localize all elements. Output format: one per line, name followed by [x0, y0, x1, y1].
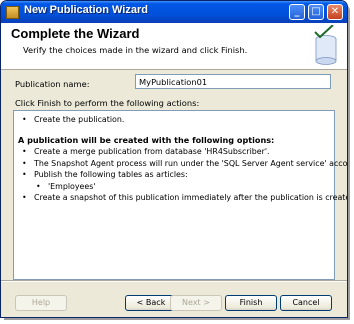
title-bar[interactable]: New Publication Wizard _ □ ✕ — [1, 1, 347, 23]
list-item: • The Snapshot Agent process will run un… — [22, 158, 348, 168]
finish-button[interactable]: Finish — [225, 295, 277, 311]
list-item: • Create a merge publication from databa… — [22, 147, 270, 156]
wizard-body: Publication name: Click Finish to perfor… — [1, 70, 348, 280]
bullet-icon: • — [22, 193, 27, 202]
next-button[interactable]: Next > — [170, 295, 222, 311]
list-item: • Create a snapshot of this publication … — [22, 193, 348, 202]
wizard-header: Complete the Wizard Verify the choices m… — [1, 23, 347, 70]
page-subtitle: Verify the choices made in the wizard an… — [23, 45, 248, 55]
actions-summary[interactable]: • Create the publication. A publication … — [13, 110, 348, 280]
page-title: Complete the Wizard — [11, 26, 140, 41]
window-title: New Publication Wizard — [24, 4, 148, 16]
minimize-button[interactable]: _ — [289, 4, 305, 20]
list-item: • Create the publication. — [22, 115, 125, 124]
cancel-button[interactable]: Cancel — [280, 295, 332, 311]
list-item: • Publish the following tables as articl… — [22, 170, 188, 179]
publication-name-field[interactable] — [135, 74, 331, 89]
bullet-icon: • — [22, 170, 27, 179]
close-button[interactable]: ✕ — [327, 4, 343, 20]
maximize-button[interactable]: □ — [308, 4, 324, 20]
footer-divider — [1, 280, 347, 282]
help-button[interactable]: Help — [15, 295, 67, 311]
wizard-window: New Publication Wizard _ □ ✕ Complete th… — [0, 0, 348, 318]
finish-instructions: Click Finish to perform the following ac… — [15, 98, 200, 108]
options-heading: A publication will be created with the f… — [18, 134, 275, 145]
bullet-icon: • — [22, 147, 27, 156]
bullet-icon: • — [22, 115, 27, 124]
bullet-icon: • — [36, 181, 41, 191]
article-item: • 'Employees' — [36, 181, 96, 191]
publication-name-label: Publication name: — [15, 79, 90, 89]
wizard-app-icon — [6, 6, 19, 19]
publication-database-icon — [314, 25, 337, 65]
bullet-icon: • — [22, 158, 27, 168]
